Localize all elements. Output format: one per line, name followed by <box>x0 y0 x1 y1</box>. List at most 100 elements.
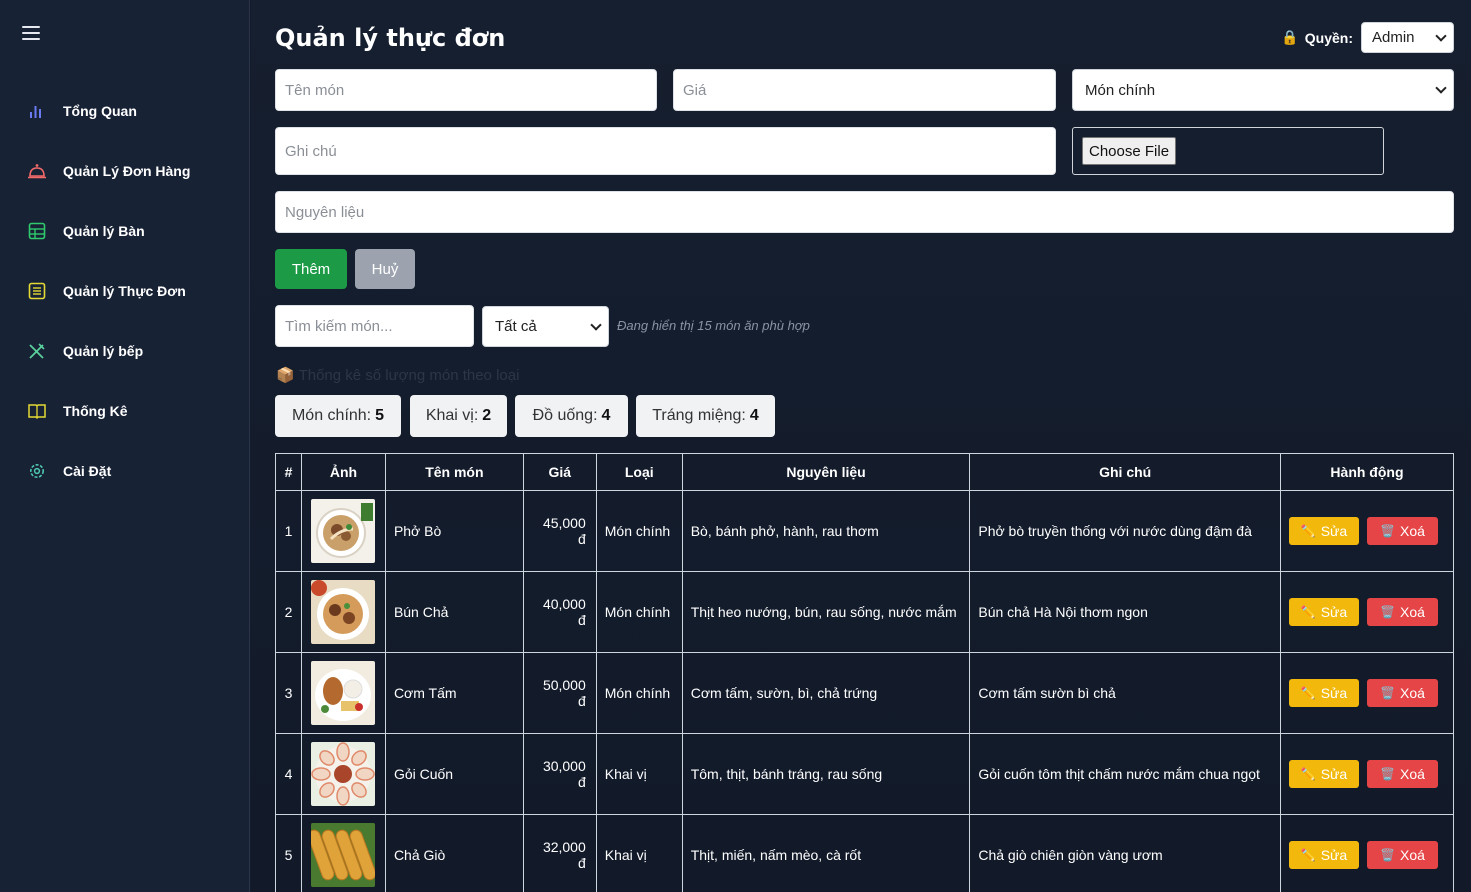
edit-button[interactable]: ✏️ Sửa <box>1288 517 1359 545</box>
row-num: 2 <box>275 571 302 653</box>
chevron-down-icon <box>590 318 602 331</box>
dish-price: 50,000 đ <box>522 652 597 734</box>
file-input[interactable]: Choose File <box>1072 127 1384 175</box>
pencil-icon: ✏️ <box>1300 524 1316 538</box>
col-header-note: Ghi chú <box>969 453 1281 491</box>
dish-image <box>311 580 376 644</box>
sidebar-item-label: Quản lý Bàn <box>63 223 145 239</box>
delete-button[interactable]: 🗑️ Xoá <box>1366 517 1438 545</box>
trash-icon: 🗑️ <box>1380 848 1395 862</box>
edit-button[interactable]: ✏️ Sửa <box>1288 598 1359 626</box>
row-num: 4 <box>275 733 302 815</box>
bar-chart-icon <box>26 100 48 122</box>
role-select[interactable]: Admin <box>1361 22 1454 53</box>
hamburger-menu-icon[interactable] <box>22 26 40 40</box>
add-button[interactable]: Thêm <box>275 249 347 289</box>
dish-ingredients: Cơm tấm, sườn, bì, chả trứng <box>681 652 971 734</box>
lock-icon: 🔒 <box>1281 29 1299 45</box>
col-header-name: Tên món <box>384 453 524 491</box>
sidebar-item-settings[interactable]: Cài Đặt <box>26 459 111 483</box>
bell-icon <box>26 160 48 182</box>
book-icon <box>26 400 48 422</box>
sidebar-item-menu[interactable]: Quản lý Thực Đơn <box>26 279 186 303</box>
trash-icon: 🗑️ <box>1380 605 1395 619</box>
filter-category-value: Tất cả <box>495 318 537 335</box>
edit-button[interactable]: ✏️ Sửa <box>1288 841 1359 869</box>
dish-note: Chả giò chiên giòn vàng ươm <box>969 814 1281 892</box>
dish-price: 40,000 đ <box>522 571 597 653</box>
gear-icon <box>26 460 48 482</box>
sidebar-item-orders[interactable]: Quản Lý Đơn Hàng <box>26 159 190 183</box>
dish-ingredients: Bò, bánh phở, hành, rau thơm <box>681 490 971 572</box>
note-placeholder: Ghi chú <box>285 142 337 160</box>
chevron-down-icon <box>1435 29 1447 42</box>
row-num: 3 <box>275 652 302 734</box>
edit-button[interactable]: ✏️ Sửa <box>1288 760 1359 788</box>
search-placeholder: Tìm kiếm món... <box>285 317 393 335</box>
col-header-category: Loại <box>595 453 683 491</box>
dish-ingredients: Tôm, thịt, bánh tráng, rau sống <box>681 733 971 815</box>
utensils-icon <box>26 340 48 362</box>
dish-image <box>311 742 376 806</box>
pencil-icon: ✏️ <box>1300 848 1316 862</box>
sidebar-item-label: Cài Đặt <box>63 463 112 479</box>
sidebar-item-overview[interactable]: Tổng Quan <box>26 99 137 123</box>
sidebar-item-stats[interactable]: Thống Kê <box>26 399 128 423</box>
sidebar-item-tables[interactable]: Quản lý Bàn <box>26 219 145 243</box>
delete-button[interactable]: 🗑️ Xoá <box>1366 760 1438 788</box>
dish-image <box>311 823 376 887</box>
category-select[interactable]: Món chính <box>1072 69 1454 111</box>
row-num: 5 <box>275 814 302 892</box>
delete-button[interactable]: 🗑️ Xoá <box>1366 841 1438 869</box>
delete-button[interactable]: 🗑️ Xoá <box>1366 598 1438 626</box>
stat-label: Khai vị: <box>425 407 479 424</box>
sidebar-item-kitchen[interactable]: Quản lý bếp <box>26 339 143 363</box>
sidebar-item-label: Quản lý Thực Đơn <box>63 283 186 299</box>
search-input[interactable]: Tìm kiếm món... <box>275 305 474 347</box>
dish-note: Bún chả Hà Nội thơm ngon <box>969 571 1281 653</box>
pencil-icon: ✏️ <box>1300 767 1316 781</box>
stat-label: Món chính: <box>291 407 372 424</box>
dish-category: Khai vị <box>595 733 683 815</box>
stat-label: Tráng miệng: <box>652 407 746 424</box>
note-input[interactable]: Ghi chú <box>275 127 1056 175</box>
role-selector: 🔒 Quyền: Admin <box>1281 22 1454 53</box>
dish-name: Cơm Tấm <box>384 652 524 734</box>
stat-count: 2 <box>482 407 492 424</box>
dish-image <box>311 661 376 725</box>
page-title: Quản lý thực đơn <box>275 24 506 52</box>
trash-icon: 🗑️ <box>1380 686 1395 700</box>
sidebar-item-label: Quản Lý Đơn Hàng <box>63 163 191 179</box>
pencil-icon: ✏️ <box>1300 686 1316 700</box>
ingredients-input[interactable]: Nguyên liệu <box>275 191 1454 233</box>
trash-icon: 🗑️ <box>1380 524 1395 538</box>
stat-chip-drinks: Đồ uống: 4 <box>515 395 628 437</box>
stat-count: 4 <box>749 407 759 424</box>
delete-button[interactable]: 🗑️ Xoá <box>1366 679 1438 707</box>
pencil-icon: ✏️ <box>1300 605 1316 619</box>
edit-button[interactable]: ✏️ Sửa <box>1288 679 1359 707</box>
table-row: 1 Phở Bò 45,000 đ Món chính Bò, bánh phở… <box>275 490 1455 572</box>
stat-count: 5 <box>375 407 385 424</box>
filter-category-select[interactable]: Tất cả <box>482 306 609 347</box>
col-header-actions: Hành động <box>1279 453 1455 491</box>
dish-ingredients: Thịt heo nướng, bún, rau sống, nước mắm <box>681 571 971 653</box>
dish-category: Món chính <box>595 652 683 734</box>
dish-category: Món chính <box>595 490 683 572</box>
dish-name-input[interactable]: Tên món <box>275 69 657 111</box>
price-input[interactable]: Giá <box>673 69 1056 111</box>
dish-name: Bún Chả <box>384 571 524 653</box>
choose-file-button[interactable]: Choose File <box>1082 137 1177 165</box>
col-header-price: Giá <box>522 453 597 491</box>
role-value: Admin <box>1372 29 1415 46</box>
col-header-ingredients: Nguyên liệu <box>681 453 971 491</box>
dish-name: Phở Bò <box>384 490 524 572</box>
dish-price: 30,000 đ <box>522 733 597 815</box>
cancel-button[interactable]: Huỷ <box>355 249 415 289</box>
trash-icon: 🗑️ <box>1380 767 1395 781</box>
table-row: 2 Bún Chả 40,000 đ Món chính Thịt heo nư… <box>275 571 1455 653</box>
stats-title: 📦 Thống kê số lượng món theo loại <box>276 367 520 384</box>
table-row: 3 Cơm Tấm 50,000 đ Món chính Cơm tấm, sư… <box>275 652 1455 734</box>
col-header-image: Ảnh <box>300 453 386 491</box>
dish-note: Gỏi cuốn tôm thịt chấm nước mắm chua ngọ… <box>969 733 1281 815</box>
